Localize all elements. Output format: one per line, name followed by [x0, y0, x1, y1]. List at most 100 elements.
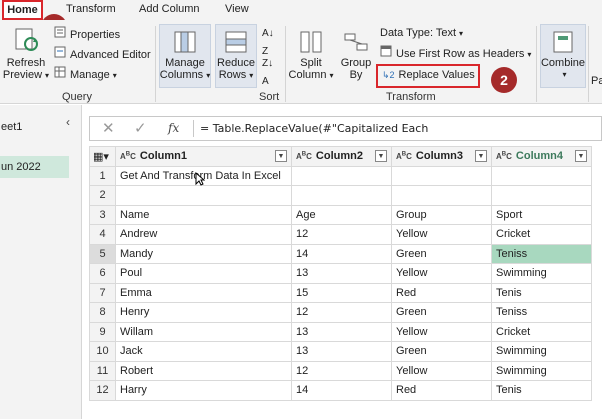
table-cell[interactable]: 12 — [291, 360, 392, 381]
formula-input[interactable]: = Table.ReplaceValue(#"Capitalized Each — [200, 122, 428, 135]
table-cell[interactable]: Tenis — [491, 380, 592, 401]
tab-add-column[interactable]: Add Column — [139, 3, 200, 15]
table-cell[interactable]: Swimming — [491, 360, 592, 381]
filter-dropdown-icon[interactable]: ▼ — [475, 150, 487, 163]
row-number[interactable]: 11 — [89, 360, 116, 381]
table-row[interactable]: 4 Andrew 12 Yellow Cricket — [89, 224, 592, 245]
row-number[interactable]: 8 — [89, 302, 116, 323]
table-cell[interactable] — [491, 165, 592, 186]
table-cell[interactable]: Yellow — [391, 321, 492, 342]
table-cell[interactable]: Tenis — [491, 282, 592, 303]
filter-dropdown-icon[interactable]: ▼ — [575, 150, 587, 163]
table-cell[interactable]: 14 — [291, 380, 392, 401]
table-row[interactable]: 3 Name Age Group Sport — [89, 204, 592, 225]
table-cell[interactable] — [491, 185, 592, 206]
table-row[interactable]: 8 Henry 12 Green Teniss — [89, 302, 592, 323]
table-row[interactable]: 2 — [89, 185, 592, 206]
table-cell[interactable]: Red — [391, 380, 492, 401]
row-number[interactable]: 10 — [89, 341, 116, 362]
table-cell[interactable] — [391, 185, 492, 206]
table-cell[interactable]: Harry — [115, 380, 292, 401]
table-cell[interactable]: 13 — [291, 321, 392, 342]
row-number[interactable]: 12 — [89, 380, 116, 401]
table-cell[interactable]: 15 — [291, 282, 392, 303]
table-row[interactable]: 10 Jack 13 Green Swimming — [89, 341, 592, 362]
table-cell[interactable]: Cricket — [491, 224, 592, 245]
table-cell[interactable]: Yellow — [391, 263, 492, 284]
sort-descending-button[interactable]: Z↓ A — [262, 54, 273, 87]
table-cell[interactable]: Poul — [115, 263, 292, 284]
group-by-button[interactable]: Group By — [338, 30, 374, 81]
tab-transform[interactable]: Transform — [66, 3, 116, 15]
column-header-3[interactable]: ABC Column3 ▼ — [391, 146, 492, 167]
commit-icon[interactable]: ✓ — [134, 119, 147, 137]
tab-home[interactable]: Home — [2, 0, 43, 20]
manage-columns-button[interactable]: Manage Columns ▾ — [159, 30, 211, 82]
table-menu-button[interactable]: ▦▾ — [89, 146, 116, 167]
table-cell[interactable]: 13 — [291, 341, 392, 362]
table-cell[interactable]: Andrew — [115, 224, 292, 245]
filter-dropdown-icon[interactable]: ▼ — [275, 150, 287, 163]
table-cell[interactable]: Green — [391, 302, 492, 323]
column-header-1[interactable]: ABC Column1 ▼ — [115, 146, 292, 167]
table-row[interactable]: 1 Get And Transform Data In Excel — [89, 165, 592, 186]
table-row[interactable]: 6 Poul 13 Yellow Swimming — [89, 263, 592, 284]
row-number[interactable]: 2 — [89, 185, 116, 206]
table-cell[interactable]: Yellow — [391, 360, 492, 381]
table-cell[interactable]: Willam — [115, 321, 292, 342]
table-cell[interactable]: Jack — [115, 341, 292, 362]
partial-ribbon-button[interactable]: Pa — [591, 72, 602, 90]
combine-button[interactable]: Combine ▾ — [540, 30, 586, 81]
table-cell[interactable]: Red — [391, 282, 492, 303]
filter-dropdown-icon[interactable]: ▼ — [375, 150, 387, 163]
data-type-dropdown[interactable]: Data Type: Text ▾ — [380, 24, 463, 42]
table-row[interactable]: 7 Emma 15 Red Tenis — [89, 282, 592, 303]
table-cell[interactable] — [291, 165, 392, 186]
row-number[interactable]: 4 — [89, 224, 116, 245]
table-cell[interactable]: Cricket — [491, 321, 592, 342]
table-cell[interactable]: Name — [115, 204, 292, 225]
manage-button[interactable]: Manage ▾ — [54, 66, 117, 84]
table-cell[interactable]: Green — [391, 243, 492, 264]
table-cell[interactable]: Teniss — [491, 243, 592, 264]
table-cell[interactable]: Emma — [115, 282, 292, 303]
properties-button[interactable]: Properties — [54, 26, 120, 44]
table-row[interactable]: 5 Mandy 14 Green Teniss — [89, 243, 592, 264]
table-cell[interactable]: Group — [391, 204, 492, 225]
reduce-rows-button[interactable]: Reduce Rows ▾ — [215, 30, 257, 82]
query-item-jun-2022[interactable]: un 2022 — [0, 156, 69, 178]
cancel-icon[interactable]: ✕ — [102, 119, 115, 137]
column-header-4[interactable]: ABC Column4 ▼ — [491, 146, 592, 167]
sort-ascending-button[interactable]: A↓ Z — [262, 24, 274, 57]
row-number[interactable]: 9 — [89, 321, 116, 342]
table-cell[interactable]: Mandy — [115, 243, 292, 264]
collapse-pane-icon[interactable]: ‹ — [66, 115, 70, 129]
table-cell[interactable]: Swimming — [491, 263, 592, 284]
row-number[interactable]: 5 — [89, 243, 116, 264]
table-row[interactable]: 12 Harry 14 Red Tenis — [89, 380, 592, 401]
table-cell[interactable]: Henry — [115, 302, 292, 323]
row-number[interactable]: 3 — [89, 204, 116, 225]
row-number[interactable]: 1 — [89, 165, 116, 186]
refresh-preview-button[interactable]: Refresh Preview ▾ — [2, 26, 50, 82]
table-cell[interactable]: 12 — [291, 224, 392, 245]
table-cell[interactable]: Sport — [491, 204, 592, 225]
table-cell[interactable]: Swimming — [491, 341, 592, 362]
table-cell[interactable]: Green — [391, 341, 492, 362]
table-cell[interactable]: 13 — [291, 263, 392, 284]
table-cell[interactable] — [391, 165, 492, 186]
table-cell[interactable]: Robert — [115, 360, 292, 381]
row-number[interactable]: 7 — [89, 282, 116, 303]
fx-icon[interactable]: fx — [168, 121, 179, 135]
table-row[interactable]: 9 Willam 13 Yellow Cricket — [89, 321, 592, 342]
table-cell[interactable] — [291, 185, 392, 206]
advanced-editor-button[interactable]: Advanced Editor — [54, 46, 151, 64]
use-first-row-as-headers-button[interactable]: Use First Row as Headers ▾ — [380, 45, 531, 63]
table-cell[interactable]: Yellow — [391, 224, 492, 245]
table-cell[interactable]: 12 — [291, 302, 392, 323]
tab-view[interactable]: View — [225, 3, 249, 15]
table-row[interactable]: 11 Robert 12 Yellow Swimming — [89, 360, 592, 381]
table-cell[interactable]: 14 — [291, 243, 392, 264]
column-header-2[interactable]: ABC Column2 ▼ — [291, 146, 392, 167]
table-cell[interactable]: Age — [291, 204, 392, 225]
